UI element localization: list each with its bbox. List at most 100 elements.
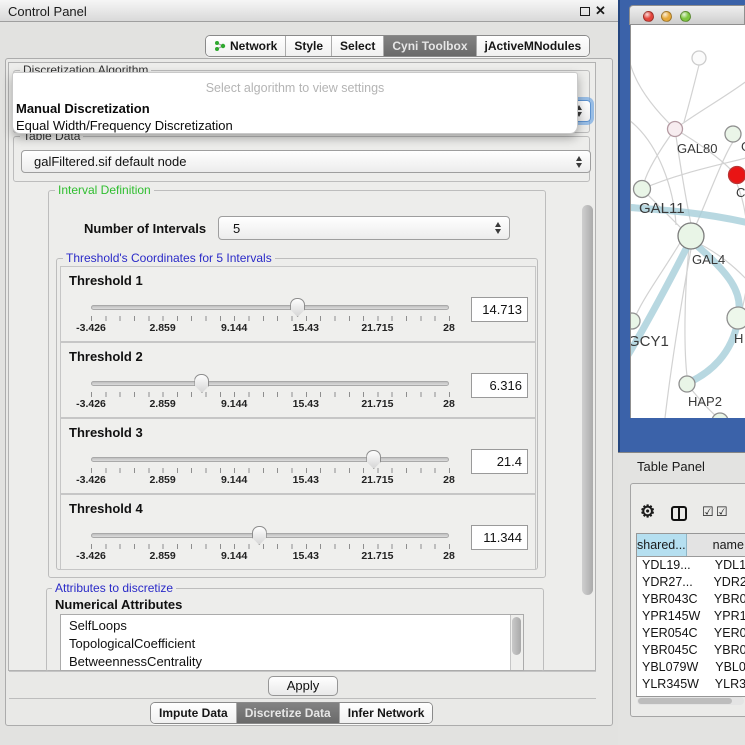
table-cell-shared-name[interactable]: YLR345W <box>637 676 706 693</box>
table-cell-name[interactable]: YBR0 <box>705 642 745 659</box>
network-edge[interactable] <box>665 249 691 418</box>
tab-infer-network[interactable]: Infer Network <box>339 703 433 723</box>
algorithm-option-equal-width-frequency-discretization[interactable]: Equal Width/Frequency Discretization <box>16 118 233 133</box>
numerical-attributes-list[interactable]: SelfLoopsTopologicalCoefficientBetweenne… <box>60 614 524 671</box>
attributes-scrollbar[interactable] <box>510 615 523 670</box>
numerical-attributes-label: Numerical Attributes <box>55 597 182 612</box>
threshold-value-field[interactable]: 21.4 <box>471 449 528 474</box>
threshold-slider-handle[interactable] <box>366 450 381 469</box>
algorithm-hint-option[interactable]: Select algorithm to view settings <box>13 81 577 95</box>
network-edge-thick[interactable] <box>690 320 738 382</box>
slider-tick-label: 28 <box>443 550 455 562</box>
threshold-value-field[interactable]: 14.713 <box>471 297 528 322</box>
network-node-label: GAL80 <box>677 141 717 156</box>
table-row[interactable]: YBR045CYBR0 <box>637 642 745 659</box>
network-node[interactable] <box>634 181 651 198</box>
table-row[interactable]: YLR345WYLR3 <box>637 676 745 693</box>
table-cell-shared-name[interactable]: YBR043C <box>637 591 705 608</box>
slider-tick-label: 2.859 <box>149 474 175 486</box>
table-cell-name[interactable]: YDL1 <box>706 557 745 574</box>
table-row[interactable]: YDL19...YDL1 <box>637 557 745 574</box>
zoom-traffic-light[interactable] <box>680 11 691 22</box>
tab-select[interactable]: Select <box>331 36 383 56</box>
threshold-slider-handle[interactable] <box>252 526 267 545</box>
node-attribute-table: shared... name YDL19...YDL1YDR27...YDR2Y… <box>636 533 745 697</box>
attribute-list-item[interactable]: SelfLoops <box>61 617 523 635</box>
float-window-icon[interactable] <box>580 7 590 16</box>
table-cell-name[interactable]: YER0 <box>705 625 745 642</box>
main-scrollbar-thumb[interactable] <box>582 205 593 595</box>
table-cell-name[interactable]: YDR2 <box>704 574 745 591</box>
table-cell-name[interactable]: YLR3 <box>706 676 745 693</box>
table-cell-shared-name[interactable]: YDL19... <box>637 557 706 574</box>
algorithm-option-manual-discretization[interactable]: Manual Discretization <box>16 101 150 116</box>
slider-tick-marks <box>91 544 450 549</box>
checkbox-checked-icon[interactable]: ☑ <box>702 504 714 520</box>
network-node[interactable] <box>727 307 745 329</box>
threshold-slider-handle[interactable] <box>194 374 209 393</box>
table-row[interactable]: YBL079WYBL0 <box>637 659 745 676</box>
table-data-combo-value: galFiltered.sif default node <box>34 154 186 169</box>
threshold-label: Threshold 2 <box>69 349 143 364</box>
gear-icon[interactable]: ⚙ <box>640 502 655 522</box>
slider-tick-marks <box>91 392 450 397</box>
table-cell-shared-name[interactable]: YBL079W <box>637 659 706 676</box>
threshold-value-field[interactable]: 6.316 <box>471 373 528 398</box>
threshold-slider-track[interactable] <box>91 305 449 310</box>
slider-tick-label: 9.144 <box>221 474 247 486</box>
number-of-intervals-label: Number of Intervals <box>84 221 206 236</box>
close-traffic-light[interactable] <box>643 11 654 22</box>
network-node[interactable] <box>692 51 706 65</box>
table-cell-shared-name[interactable]: YPR145W <box>637 608 705 625</box>
network-node[interactable] <box>631 313 640 329</box>
table-cell-shared-name[interactable]: YDR27... <box>637 574 704 591</box>
table-row[interactable]: YBR043CYBR0 <box>637 591 745 608</box>
threshold-slider-track[interactable] <box>91 533 449 538</box>
tab-network[interactable]: Network <box>206 36 285 56</box>
tab-jactivemnodules[interactable]: jActiveMNodules <box>476 36 590 56</box>
network-node[interactable] <box>679 376 695 392</box>
attribute-list-item[interactable]: BetweennessCentrality <box>61 653 523 671</box>
table-data-combo[interactable]: galFiltered.sif default node <box>21 150 591 173</box>
attribute-list-item[interactable]: TopologicalCoefficient <box>61 635 523 653</box>
checkbox-checked-icon[interactable]: ☑ <box>716 504 728 520</box>
threshold-slider-track[interactable] <box>91 381 449 386</box>
table-cell-shared-name[interactable]: YER054C <box>637 625 705 642</box>
table-horizontal-scrollbar[interactable] <box>637 697 744 705</box>
close-icon[interactable]: ✕ <box>595 3 606 19</box>
network-node[interactable] <box>725 126 741 142</box>
tab-discretize-data[interactable]: Discretize Data <box>236 703 339 723</box>
network-canvas[interactable]: GAL80GACGAL11GAL4GCY1HHAP2 <box>630 25 745 418</box>
table-row[interactable]: YPR145WYPR1 <box>637 608 745 625</box>
tab-style[interactable]: Style <box>285 36 331 56</box>
threshold-value-field[interactable]: 11.344 <box>471 525 528 550</box>
network-edge[interactable] <box>644 129 675 183</box>
network-node[interactable] <box>712 413 728 418</box>
table-row[interactable]: YDR27...YDR2 <box>637 574 745 591</box>
network-node[interactable] <box>668 122 683 137</box>
tab-label: Network <box>230 39 277 53</box>
network-window-titlebar[interactable] <box>629 5 745 25</box>
column-layout-icon[interactable] <box>671 506 687 521</box>
network-edge[interactable] <box>685 248 689 376</box>
table-cell-name[interactable]: YBL0 <box>706 659 745 676</box>
table-cell-name[interactable]: YPR1 <box>705 608 745 625</box>
table-row[interactable]: YER054CYER0 <box>637 625 745 642</box>
column-header-name[interactable]: name <box>687 534 745 556</box>
slider-tick-label: 9.144 <box>221 550 247 562</box>
apply-button[interactable]: Apply <box>268 676 338 696</box>
minimize-traffic-light[interactable] <box>661 11 672 22</box>
table-cell-shared-name[interactable]: YBR045C <box>637 642 705 659</box>
threshold-slider-handle[interactable] <box>290 298 305 317</box>
tab-cyni-toolbox[interactable]: Cyni Toolbox <box>383 36 475 56</box>
network-edge[interactable] <box>675 77 745 129</box>
threshold-slider-track[interactable] <box>91 457 449 462</box>
tab-label: Impute Data <box>159 706 228 720</box>
network-edge[interactable] <box>631 63 675 129</box>
number-of-intervals-combo[interactable]: 5 <box>218 216 510 240</box>
table-cell-name[interactable]: YBR0 <box>705 591 745 608</box>
column-header-shared[interactable]: shared... <box>637 534 687 556</box>
network-node[interactable] <box>729 167 745 184</box>
tab-impute-data[interactable]: Impute Data <box>151 703 236 723</box>
network-node[interactable] <box>678 223 704 249</box>
